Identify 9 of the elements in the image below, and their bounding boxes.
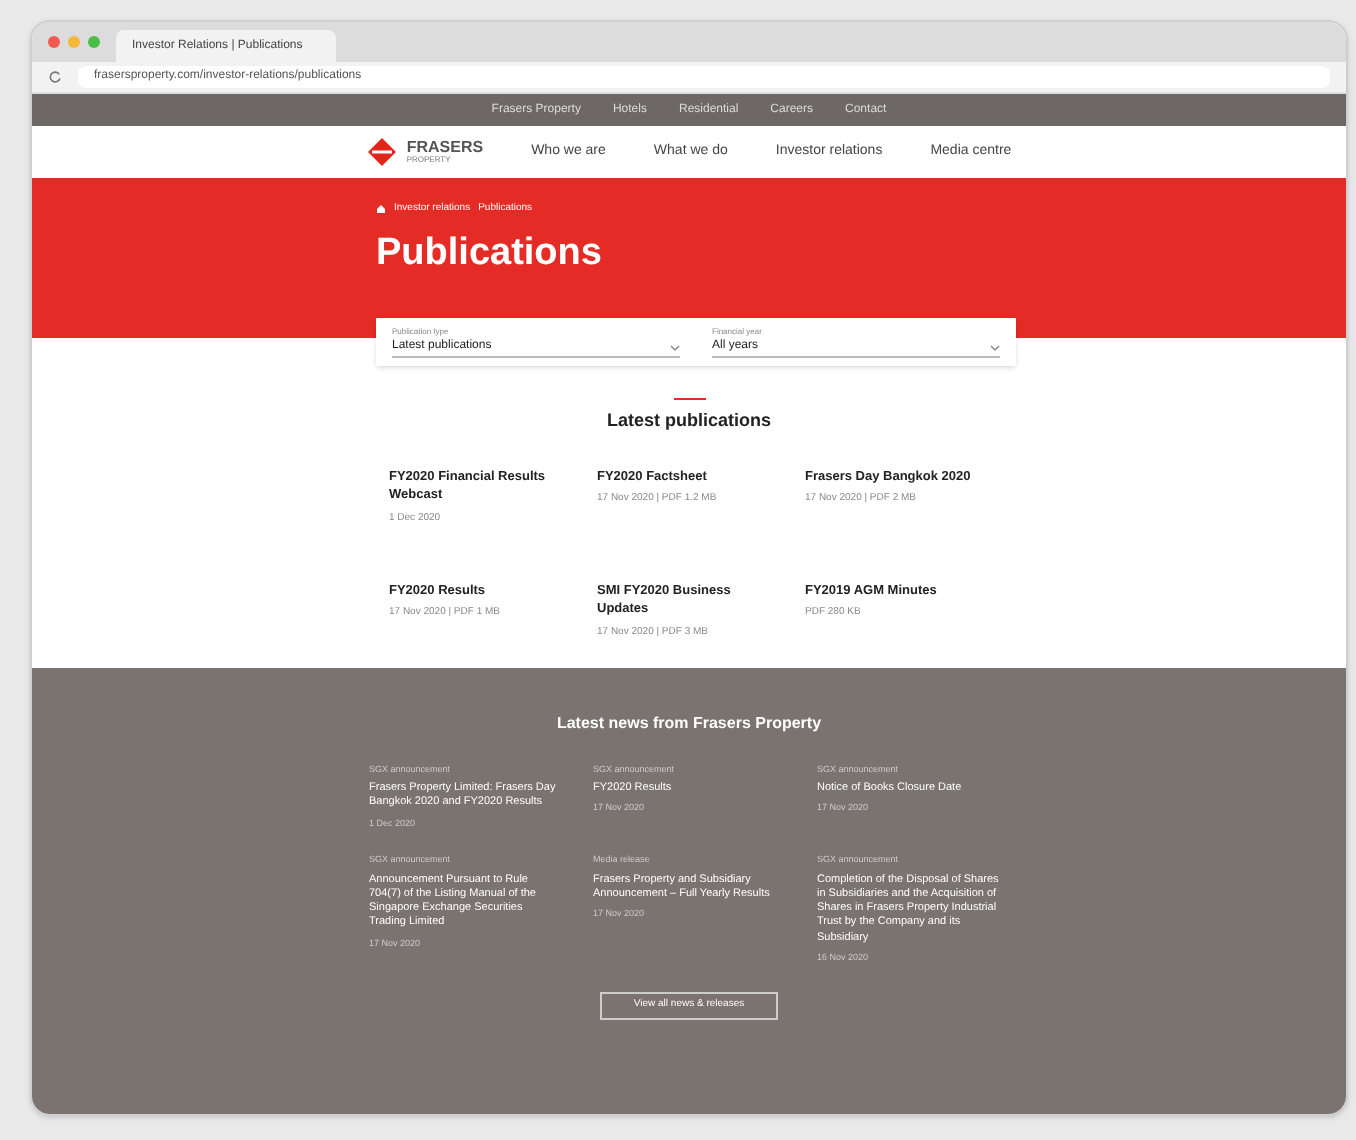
logo-icon [366,136,399,168]
caret-icon [990,343,1000,351]
reload-icon[interactable] [48,70,62,84]
logo-text: FRASERS [406,140,484,156]
section-heading: Latest publications [606,408,771,434]
news-heading: Latest news from Frasers Property [556,711,822,735]
home-icon[interactable] [376,204,386,215]
page-title: Publications [376,229,604,277]
caret-icon [670,343,680,351]
